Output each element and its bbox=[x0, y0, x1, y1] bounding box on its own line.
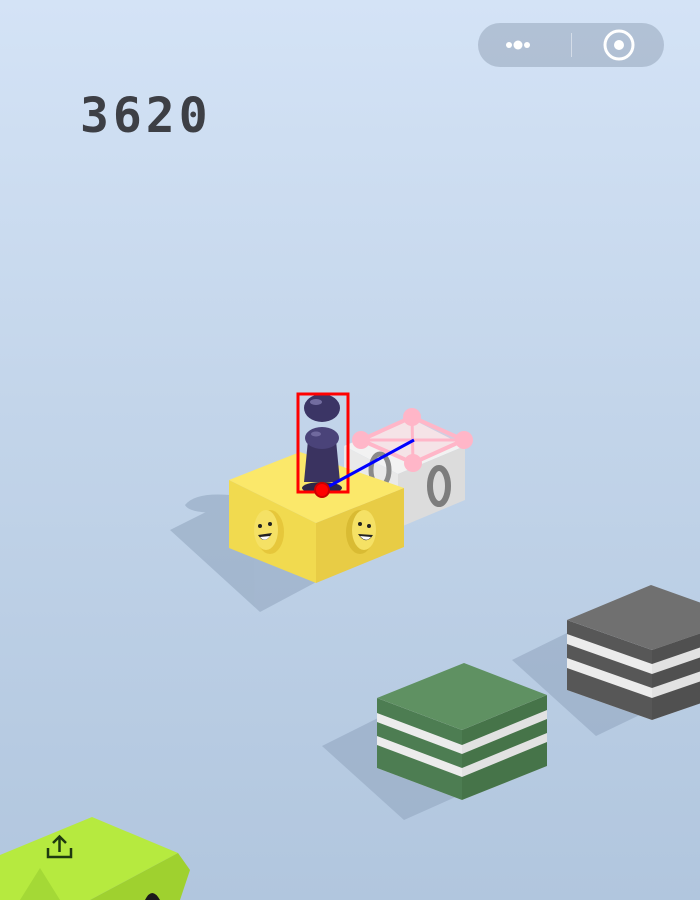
piece-anchor-dot bbox=[314, 482, 330, 498]
player-piece[interactable] bbox=[302, 394, 342, 494]
lime-share-box[interactable] bbox=[0, 817, 190, 900]
game-scene[interactable] bbox=[0, 0, 700, 900]
